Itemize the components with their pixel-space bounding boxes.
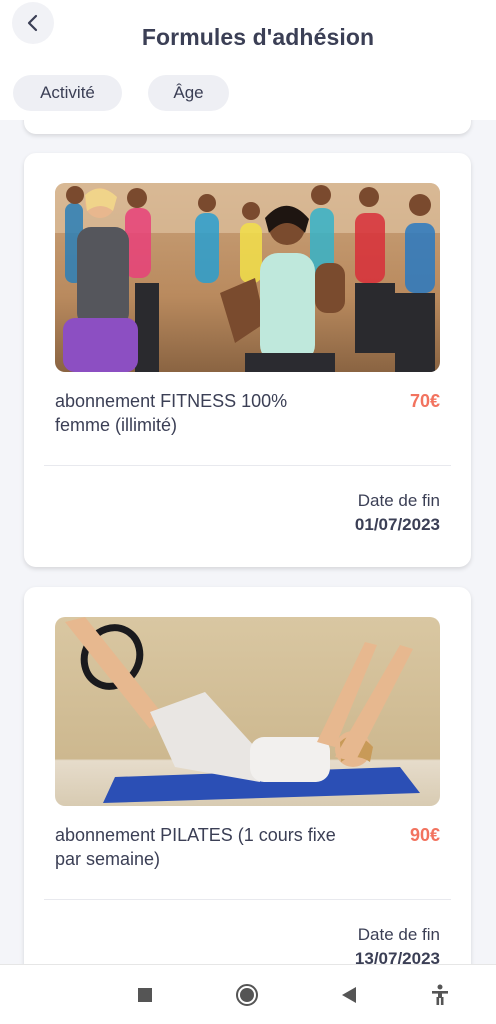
filter-bar: Activité Âge	[13, 75, 229, 111]
card-divider	[44, 465, 451, 466]
end-date-label: Date de fin	[357, 925, 440, 944]
system-nav-bar	[0, 964, 496, 1024]
accessibility-icon	[432, 984, 448, 1005]
back-nav-button[interactable]	[335, 981, 363, 1009]
app-header: Formules d'adhésion Activité Âge	[0, 0, 496, 120]
recents-button[interactable]	[131, 981, 159, 1009]
membership-card[interactable]: abonnement PILATES (1 cours fixe par sem…	[24, 587, 471, 1007]
recents-square-icon	[138, 988, 152, 1002]
card-photo-pilates	[55, 617, 440, 806]
filter-chip-activity[interactable]: Activité	[13, 75, 122, 111]
card-title: abonnement PILATES (1 cours fixe par sem…	[55, 825, 336, 869]
card-price: 90€	[409, 825, 440, 845]
accessibility-button[interactable]	[426, 981, 454, 1009]
membership-card[interactable]: abonnement FITNESS 100% femme (illimité)…	[24, 153, 471, 567]
end-date-value: 01/07/2023	[354, 515, 440, 534]
home-button[interactable]	[233, 981, 261, 1009]
back-triangle-icon	[342, 987, 356, 1003]
filter-chip-age[interactable]: Âge	[148, 75, 229, 111]
end-date-label: Date de fin	[357, 491, 440, 510]
home-circle-icon	[236, 984, 258, 1006]
card-photo-fitness	[55, 183, 440, 372]
card-price: 70€	[409, 391, 440, 411]
page-title: Formules d'adhésion	[141, 24, 375, 50]
card-title: abonnement FITNESS 100% femme (illimité)	[55, 391, 288, 435]
card-divider	[44, 899, 451, 900]
